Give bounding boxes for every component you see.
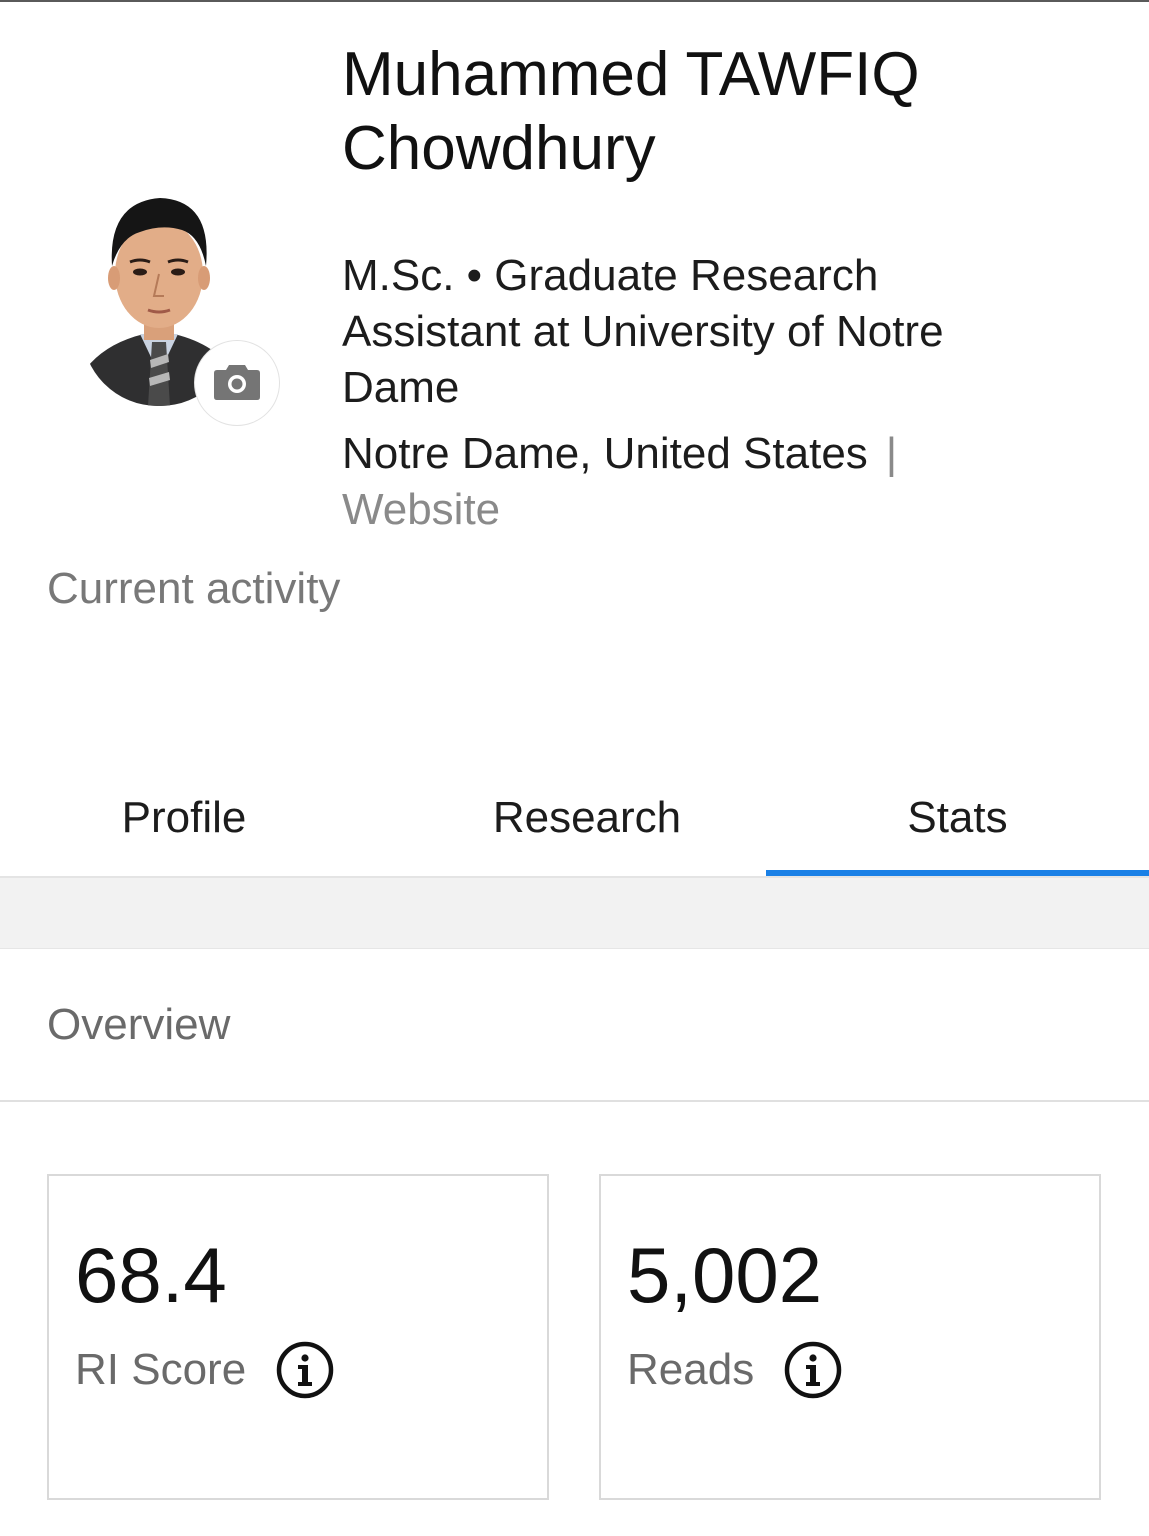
tab-research[interactable]: Research [390,762,784,874]
change-photo-button[interactable] [194,340,280,426]
section-spacer [0,878,1149,949]
camera-icon [213,361,261,406]
ri-score-value: 68.4 [75,1231,227,1319]
ri-score-card[interactable]: 68.4 RI Score [47,1174,549,1500]
tab-profile[interactable]: Profile [0,762,368,874]
profile-name: Muhammed TAWFIQ Chowdhury [342,40,920,183]
ri-score-label: RI Score [75,1345,247,1394]
profile-headline: M.Sc. • Graduate Research Assistant at U… [342,251,944,412]
profile-tabs: Profile Research Stats [0,762,1149,878]
overview-divider [0,1100,1149,1102]
profile-location: Notre Dame, United States [342,429,868,478]
reads-info-icon[interactable] [784,1341,842,1399]
website-link[interactable]: Website [342,482,500,538]
ri-score-label-row: RI Score [75,1340,334,1400]
location-separator: | [885,429,898,478]
ri-score-info-icon[interactable] [276,1341,334,1399]
reads-card[interactable]: 5,002 Reads [599,1174,1101,1500]
reads-label: Reads [627,1345,755,1394]
reads-label-row: Reads [627,1340,842,1400]
overview-heading: Overview [47,1000,231,1049]
profile-page: Muhammed TAWFIQ Chowdhury M.Sc. • Gradua… [0,0,1149,1536]
current-activity-link[interactable]: Current activity [47,562,340,616]
active-tab-indicator [766,870,1149,876]
tab-stats[interactable]: Stats [766,762,1149,874]
reads-value: 5,002 [627,1231,823,1319]
profile-location-row: Notre Dame, United States | [342,426,1062,482]
